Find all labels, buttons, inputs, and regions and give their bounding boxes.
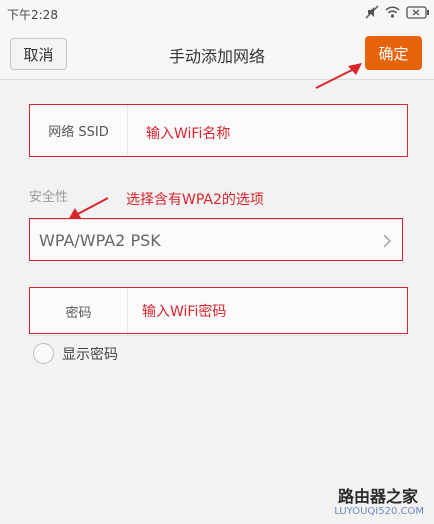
mute-icon [365, 5, 379, 19]
annotation-box-security [29, 218, 403, 261]
watermark-domain: LUYOUQI520.COM [334, 506, 424, 517]
watermark-brand: 路由器之家 [337, 487, 418, 506]
security-hint-annotation: 选择含有WPA2的选项 [126, 192, 264, 208]
annotation-arrow-confirm [315, 63, 362, 89]
battery-icon [406, 5, 430, 19]
status-icons [365, 5, 430, 19]
show-password-checkbox[interactable] [33, 343, 54, 364]
confirm-button[interactable]: 确定 [365, 36, 422, 70]
status-bar: 下午2:28 [0, 0, 434, 28]
annotation-box-password [29, 287, 408, 334]
wifi-icon [385, 6, 400, 18]
show-password-label: 显示密码 [62, 346, 118, 363]
show-password-row[interactable]: 显示密码 [33, 343, 118, 364]
security-label: 安全性 [29, 190, 69, 205]
annotation-box-ssid [29, 104, 408, 157]
status-time: 下午2:28 [7, 8, 58, 22]
